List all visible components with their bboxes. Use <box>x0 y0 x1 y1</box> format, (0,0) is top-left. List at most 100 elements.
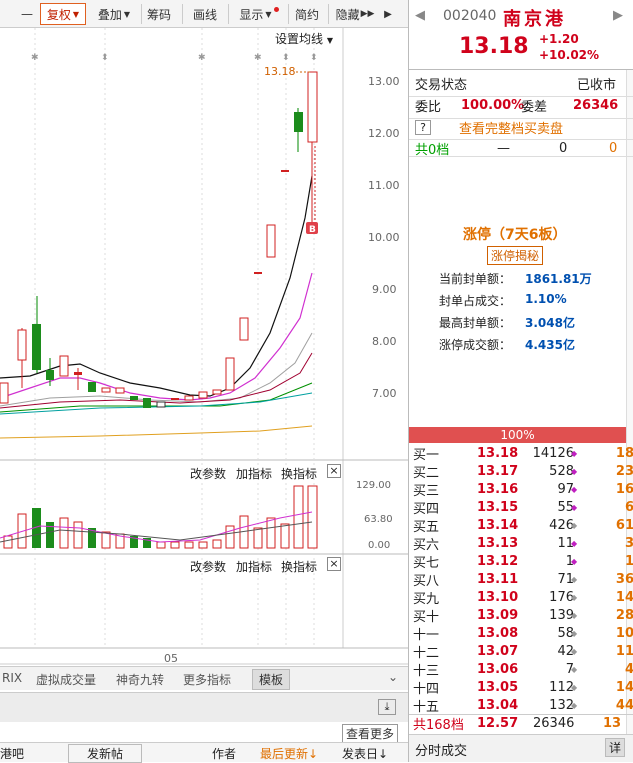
bid-price: 13.09 <box>477 607 519 623</box>
bid-price: 13.04 <box>477 697 519 713</box>
bid-row[interactable]: 买八 13.11 71 ◆ 36 <box>409 570 633 589</box>
stock-code: 002040 <box>443 8 497 24</box>
tab-more-indicators[interactable]: 更多指标 <box>183 671 231 688</box>
bid-row[interactable]: 买二 13.17 528 ◆ 23 <box>409 462 633 481</box>
diamond-icon: ◆ <box>571 520 578 530</box>
bid-order-count: 11 <box>615 643 633 659</box>
diamond-icon: ◆ <box>571 574 578 584</box>
quote-panel: ◀ 002040 南京港 ▶ 13.18 +1.20 +10.02% 交易状态 … <box>408 0 633 762</box>
forum-footer: 港吧 发新帖 作者 最后更新↓ 发表日↓ <box>0 742 408 763</box>
chevron-down-icon: ▼ <box>123 9 131 19</box>
yaxis-label: 12.00 <box>368 127 400 140</box>
bid-row[interactable]: 买九 13.10 176 ◆ 14 <box>409 588 633 607</box>
bid-total-label: 共168档 <box>413 718 464 733</box>
xianshi-button[interactable]: 显示 ▼ <box>234 3 284 25</box>
bid-level: 十四 <box>413 681 440 697</box>
fuquan-label: 复权 <box>46 7 71 22</box>
bid-level: 十一 <box>413 627 440 643</box>
bid-price: 13.13 <box>477 535 519 551</box>
detail-button[interactable]: 详 <box>605 738 626 757</box>
next-stock-icon[interactable]: ▶ <box>613 8 623 23</box>
minus-button[interactable]: — <box>18 3 36 25</box>
view-more-button[interactable]: 查看更多 <box>342 724 399 743</box>
limit-up-reveal-button[interactable]: 涨停揭秘 <box>487 246 544 265</box>
change-params-button[interactable]: 改参数 <box>190 558 226 575</box>
tab-template[interactable]: 模板 <box>252 669 291 690</box>
switch-indicator-button[interactable]: 换指标 <box>281 465 317 482</box>
weibi-value: 100.00% <box>461 98 525 113</box>
bid-price: 13.10 <box>477 589 519 605</box>
bid-row[interactable]: 十一 13.08 58 ◆ 10 <box>409 624 633 643</box>
bid-row[interactable]: 十四 13.05 112 ◆ 14 <box>409 678 633 697</box>
tab-rix[interactable]: RIX <box>2 671 22 685</box>
diamond-icon: ◆ <box>571 484 578 494</box>
bid-order-count: 18 <box>615 445 633 461</box>
tab-virtual-volume[interactable]: 虚拟成交量 <box>36 671 96 688</box>
bid-row[interactable]: 买三 13.16 97 ◆ 16 <box>409 480 633 499</box>
svg-text:✱: ✱ <box>254 53 262 63</box>
bid-row[interactable]: 买六 13.13 11 ◆ 3 <box>409 534 633 553</box>
forum-link[interactable]: 港吧 <box>0 745 24 762</box>
huaxian-button[interactable]: 画线 <box>190 3 220 25</box>
prev-stock-icon[interactable]: ◀ <box>415 8 425 23</box>
ask-total-row: 共0档 — 0 0 <box>409 139 633 158</box>
diejia-button[interactable]: 叠加 ▼ <box>90 3 138 25</box>
stat-value: 4.435亿 <box>525 338 575 352</box>
bid-row[interactable]: 买四 13.15 55 ◆ 6 <box>409 498 633 517</box>
ma-settings-button[interactable]: 设置均线 ▼ <box>275 30 333 47</box>
close-icon[interactable]: × <box>327 464 341 478</box>
bid-order-count: 61 <box>615 517 633 533</box>
svg-text:✱: ✱ <box>198 53 206 63</box>
jianyue-button[interactable]: 简约 <box>292 3 322 25</box>
stat-label: 当前封单额： <box>439 272 512 286</box>
diamond-icon: ◆ <box>571 628 578 638</box>
bid-row[interactable]: 买五 13.14 426 ◆ 61 <box>409 516 633 535</box>
collapse-icon[interactable]: ⤓ <box>378 699 396 715</box>
red-dot-icon <box>273 6 279 12</box>
switch-indicator-button[interactable]: 换指标 <box>281 558 317 575</box>
author-column[interactable]: 作者 <box>212 745 236 762</box>
bid-row[interactable]: 十五 13.04 132 ◆ 44 <box>409 696 633 715</box>
yaxis-label: 8.00 <box>372 335 397 348</box>
chouma-button[interactable]: 筹码 <box>144 3 174 25</box>
bid-order-count: 36 <box>615 571 633 587</box>
tab-magic-nine[interactable]: 神奇九转 <box>116 671 164 688</box>
bid-row[interactable]: 十二 13.07 42 ◆ 11 <box>409 642 633 661</box>
scroll-down-icon[interactable]: ⌄ <box>388 670 398 684</box>
more-arrow-button[interactable]: ▶ <box>380 3 396 25</box>
change-params-button[interactable]: 改参数 <box>190 465 226 482</box>
bid-order-count: 1 <box>624 553 633 569</box>
help-icon[interactable]: ? <box>415 120 431 135</box>
add-indicator-button[interactable]: 加指标 <box>236 465 272 482</box>
latest-update-column[interactable]: 最后更新↓ <box>260 745 318 762</box>
yincang-button[interactable]: 隐藏 ▶▶ <box>334 3 376 25</box>
bid-level: 买三 <box>413 483 440 499</box>
bid-price: 13.14 <box>477 517 519 533</box>
new-post-button[interactable]: 发新帖 <box>68 744 143 763</box>
post-date-column[interactable]: 发表日↓ <box>342 745 388 762</box>
bid-row[interactable]: 买七 13.12 1 ◆ 1 <box>409 552 633 571</box>
close-icon[interactable]: × <box>327 557 341 571</box>
add-indicator-button[interactable]: 加指标 <box>236 558 272 575</box>
bid-ask-bar: 100% <box>409 427 626 443</box>
bid-price: 13.05 <box>477 679 519 695</box>
diamond-icon: ◆ <box>571 538 578 548</box>
diamond-icon: ◆ <box>571 664 578 674</box>
ask-total-count: 0 <box>609 140 618 156</box>
diamond-icon: ◆ <box>571 682 578 692</box>
fenshi-tab[interactable]: 分时成交 <box>415 740 467 759</box>
full-depth-link[interactable]: 查看完整档买卖盘 <box>459 118 563 137</box>
forum-strip: ⤓ <box>0 692 408 722</box>
bid-row[interactable]: 买一 13.18 14126 ◆ 18 <box>409 444 633 463</box>
bid-total-row: 共168档 12.57 26346 13 <box>409 714 633 733</box>
weicha-label: 委差 <box>521 100 548 115</box>
bid-row[interactable]: 买十 13.09 139 ◆ 28 <box>409 606 633 625</box>
bid-level: 买八 <box>413 573 440 589</box>
weibi-label: 委比 <box>415 100 442 115</box>
bid-row[interactable]: 十三 13.06 7 ◆ 4 <box>409 660 633 679</box>
svg-text:✱: ✱ <box>31 53 39 63</box>
bid-level: 买一 <box>413 447 440 463</box>
fuquan-button[interactable]: 复权 ▼ <box>40 3 86 25</box>
trade-state-value: 已收市 <box>577 77 617 93</box>
chevron-down-icon: ▼ <box>265 9 272 19</box>
